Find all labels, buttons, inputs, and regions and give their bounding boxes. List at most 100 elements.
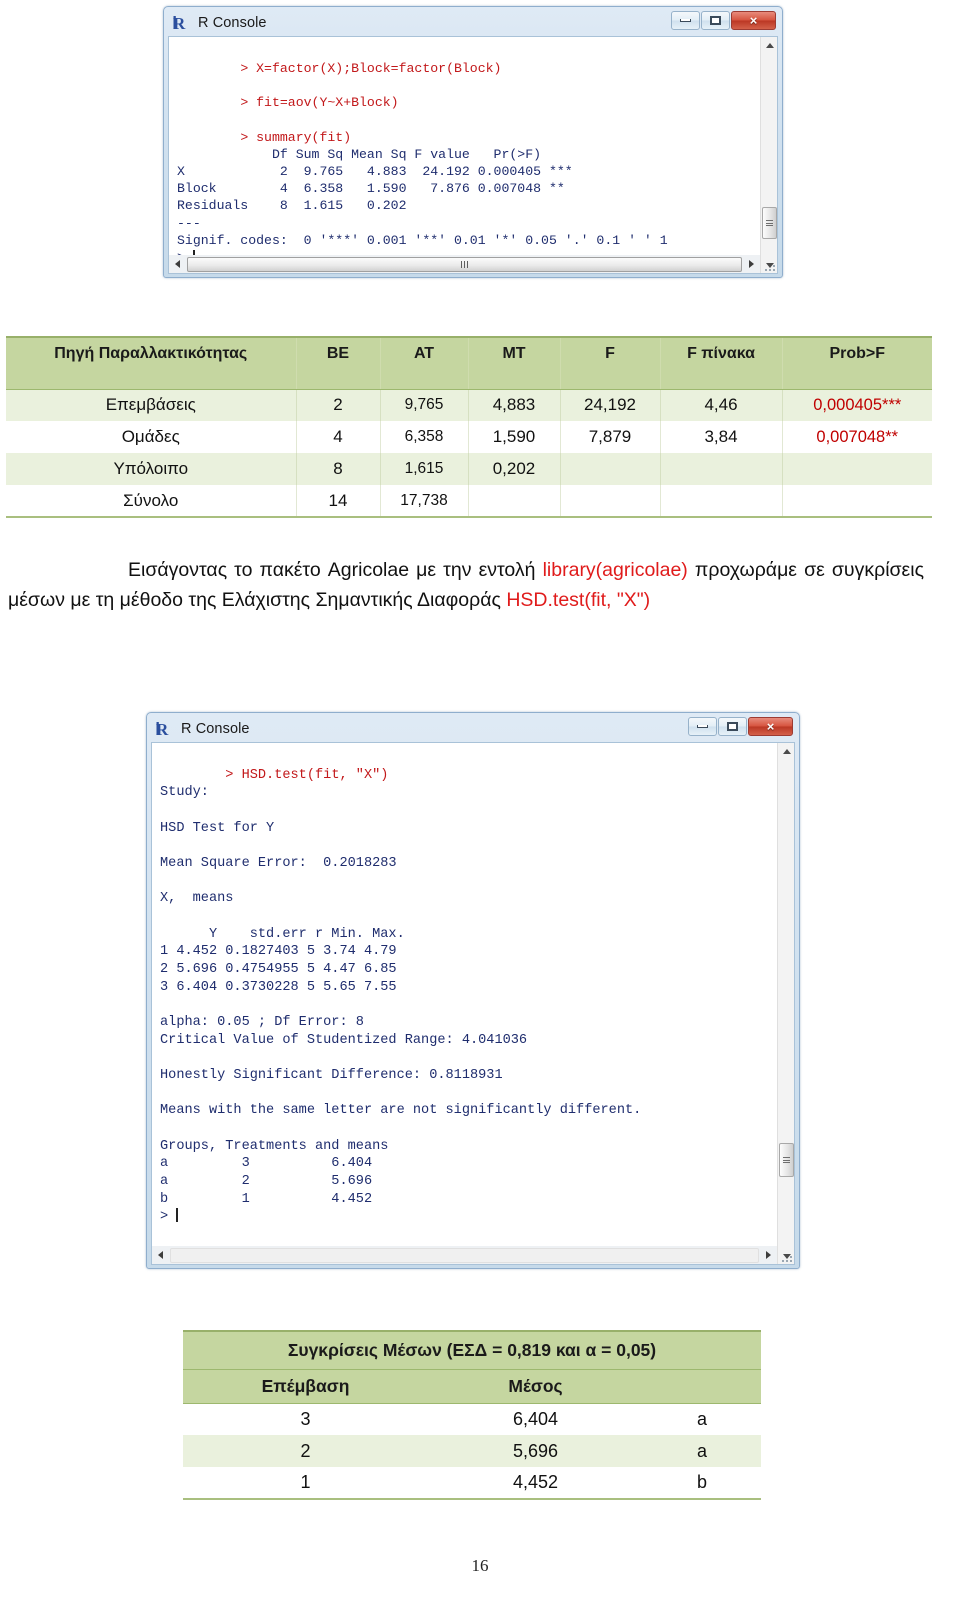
col-header-f: F <box>560 336 661 390</box>
inline-code-hsdtest: HSD.test(fit, "X") <box>506 588 651 611</box>
page-number: 16 <box>471 1556 489 1575</box>
cell-prob <box>782 453 932 485</box>
col-header-ftable: F πίνακα <box>660 336 783 390</box>
cell-df: 4 <box>296 421 381 453</box>
cell-group: a <box>643 1403 761 1435</box>
horizontal-scrollbar-track[interactable] <box>186 256 743 272</box>
console-command-line-2: > fit=aov(Y~X+Block) <box>240 95 399 111</box>
cell-f: 24,192 <box>560 389 661 421</box>
cell-df: 2 <box>296 389 381 421</box>
window-title: R Console <box>198 15 267 31</box>
table-header-row: Πηγή Παραλλακτικότητας ΒΕ ΑΤ ΜΤ F F πίνα… <box>6 336 932 390</box>
scroll-up-arrow-icon[interactable] <box>778 743 794 759</box>
window-resize-grip-icon[interactable] <box>780 1246 794 1264</box>
cell-prob: 0,007048** <box>782 421 932 453</box>
col-header-ss: ΑΤ <box>380 336 469 390</box>
cell-ms: 0,202 <box>468 453 561 485</box>
cell-treatment: 3 <box>183 1403 428 1435</box>
console-output-2: > HSD.test(fit, "X") Study: HSD Test for… <box>152 743 794 1244</box>
vertical-scrollbar-thumb[interactable] <box>779 1143 794 1177</box>
maximize-button[interactable] <box>701 11 730 30</box>
vertical-scrollbar-1[interactable] <box>760 37 777 273</box>
col-header-df: ΒΕ <box>296 336 381 390</box>
cell-treatment: 2 <box>183 1435 428 1467</box>
horizontal-scrollbar-thumb[interactable] <box>187 256 742 272</box>
console-body[interactable]: > HSD.test(fit, "X") Study: HSD Test for… <box>151 742 795 1265</box>
cell-ftable <box>660 485 783 518</box>
col-header-group <box>643 1369 761 1404</box>
vertical-scrollbar-2[interactable] <box>777 743 794 1264</box>
cell-ss: 9,765 <box>380 389 469 421</box>
maximize-button[interactable] <box>718 717 747 736</box>
inline-code-library: library(agricolae) <box>542 559 688 581</box>
horizontal-scrollbar-1[interactable] <box>169 255 760 273</box>
close-button[interactable]: × <box>748 717 793 736</box>
cell-ftable <box>660 453 783 485</box>
body-paragraph: Εισάγοντας το πακέτο Agricolae με την εν… <box>8 556 924 615</box>
r-console-window-2[interactable]: R R Console × > HSD.test(fit, "X") Study… <box>146 712 800 1269</box>
table-row: Ομάδες 4 6,358 1,590 7,879 3,84 0,007048… <box>6 421 932 453</box>
horizontal-scrollbar-2[interactable] <box>152 1246 777 1264</box>
r-logo-icon: R <box>173 14 192 33</box>
cell-mean: 5,696 <box>428 1435 643 1467</box>
cell-ftable: 3,84 <box>660 421 783 453</box>
table-row: 3 6,404 a <box>183 1403 761 1435</box>
window-titlebar[interactable]: R R Console × <box>151 716 795 742</box>
paragraph-text-part-1: Εισάγοντας το πακέτο Agricolae με την εν… <box>128 559 543 581</box>
cell-source: Ομάδες <box>6 421 297 453</box>
col-header-treatment: Επέμβαση <box>183 1369 428 1404</box>
cell-ss: 1,615 <box>380 453 469 485</box>
cell-group: a <box>643 1435 761 1467</box>
horizontal-scrollbar-thumb[interactable] <box>170 1247 759 1263</box>
cell-f <box>560 485 661 518</box>
console-result-text-1: Df Sum Sq Mean Sq F value Pr(>F) X 2 9.7… <box>177 146 668 265</box>
cell-ms: 4,883 <box>468 389 561 421</box>
cell-treatment: 1 <box>183 1467 428 1500</box>
console-body[interactable]: > X=factor(X);Block=factor(Block) > fit=… <box>168 36 778 274</box>
close-button[interactable]: × <box>731 11 776 30</box>
scrollbar-grip-icon <box>766 218 773 227</box>
horizontal-scrollbar-track[interactable] <box>169 1247 760 1263</box>
scroll-left-arrow-icon[interactable] <box>152 1246 169 1264</box>
cell-ms <box>468 485 561 518</box>
cell-prob: 0,000405*** <box>782 389 932 421</box>
table-header-row: Επέμβαση Μέσος <box>183 1369 761 1404</box>
close-icon: × <box>766 719 775 734</box>
table-row: 1 4,452 b <box>183 1467 761 1500</box>
cell-ss: 17,738 <box>380 485 469 518</box>
cell-source: Επεμβάσεις <box>6 389 297 421</box>
scroll-right-arrow-icon[interactable] <box>760 1246 777 1264</box>
table-row: Υπόλοιπο 8 1,615 0,202 <box>6 453 932 485</box>
scrollbar-grip-icon <box>461 260 468 268</box>
minimize-button[interactable] <box>688 717 717 736</box>
console-output-1: > X=factor(X);Block=factor(Block) > fit=… <box>169 37 777 273</box>
anova-table: Πηγή Παραλλακτικότητας ΒΕ ΑΤ ΜΤ F F πίνα… <box>6 336 932 518</box>
vertical-scrollbar-thumb[interactable] <box>762 207 777 239</box>
scrollbar-grip-icon <box>783 1155 790 1164</box>
window-title: R Console <box>181 721 250 737</box>
document-page: R R Console × > X=factor(X);Block=factor… <box>0 0 960 1598</box>
window-controls: × <box>688 717 793 736</box>
scroll-up-arrow-icon[interactable] <box>761 37 777 53</box>
table-caption-row: Συγκρίσεις Μέσων (ΕΣΔ = 0,819 και α = 0,… <box>183 1330 761 1370</box>
window-titlebar[interactable]: R R Console × <box>168 10 778 36</box>
col-header-source: Πηγή Παραλλακτικότητας <box>6 336 297 390</box>
scroll-left-arrow-icon[interactable] <box>169 255 186 273</box>
window-resize-grip-icon[interactable] <box>763 255 777 273</box>
close-icon: × <box>749 13 758 28</box>
console-result-text-2: Study: HSD Test for Y Mean Square Error:… <box>160 785 642 1226</box>
cell-mean: 6,404 <box>428 1403 643 1435</box>
table-row: Σύνολο 14 17,738 <box>6 485 932 518</box>
cell-group: b <box>643 1467 761 1500</box>
cell-df: 14 <box>296 485 381 518</box>
console-command-2: > HSD.test(fit, "X") <box>225 767 389 783</box>
cell-ftable: 4,46 <box>660 389 783 421</box>
r-console-window-1[interactable]: R R Console × > X=factor(X);Block=factor… <box>163 6 783 278</box>
scroll-right-arrow-icon[interactable] <box>743 255 760 273</box>
cell-f: 7,879 <box>560 421 661 453</box>
window-controls: × <box>671 11 776 30</box>
r-logo-icon: R <box>156 720 175 739</box>
minimize-button[interactable] <box>671 11 700 30</box>
cell-ms: 1,590 <box>468 421 561 453</box>
cell-mean: 4,452 <box>428 1467 643 1500</box>
